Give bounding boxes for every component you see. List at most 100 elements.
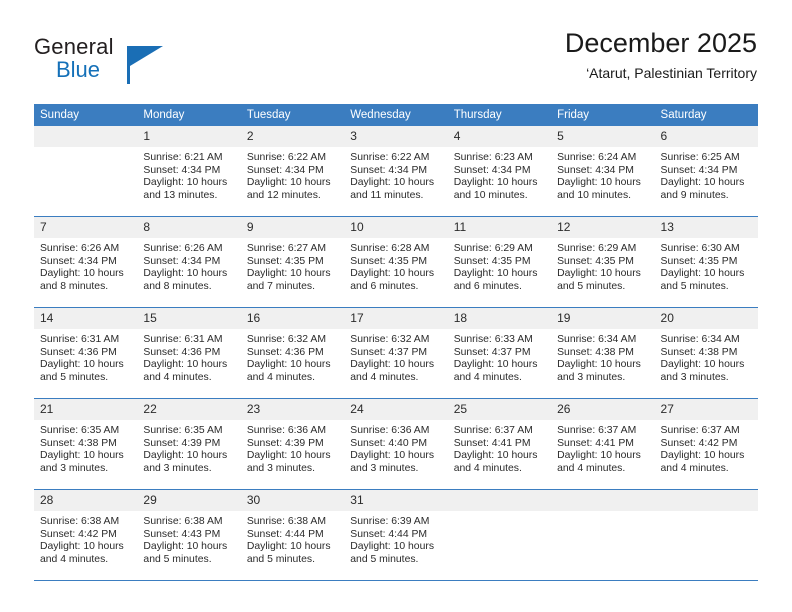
sunrise-text: Sunrise: 6:33 AM <box>453 334 533 345</box>
sunset-text: Sunset: 4:34 PM <box>40 255 117 267</box>
day-cell-content: 28 Sunrise: 6:38 AM Sunset: 4:42 PM Dayligh… <box>34 490 138 580</box>
weekday-header-sunday: Sunday <box>34 104 138 126</box>
calendar-day-cell[interactable]: 13 Sunrise: 6:30 AM Sunset: 4:35 PM Dayligh… <box>654 216 758 308</box>
daylight-text-line2: and 10 minutes. <box>453 189 528 201</box>
daylight-text-line2: and 4 minutes. <box>40 553 109 565</box>
sunset-text: Sunset: 4:35 PM <box>660 255 738 267</box>
calendar-day-cell[interactable]: 2 Sunrise: 6:22 AM Sunset: 4:34 PM Daylight… <box>240 126 345 217</box>
sunset-text: Sunset: 4:37 PM <box>350 346 428 358</box>
day-number: 20 <box>654 308 758 329</box>
calendar-day-cell[interactable]: 26 Sunrise: 6:37 AM Sunset: 4:41 PM Dayligh… <box>551 398 655 490</box>
sunset-text: Sunset: 4:44 PM <box>246 528 324 540</box>
daylight-text-line2: and 6 minutes. <box>350 280 419 292</box>
calendar-day-cell[interactable]: 24 Sunrise: 6:36 AM Sunset: 4:40 PM Dayligh… <box>344 398 448 490</box>
sunset-text: Sunset: 4:44 PM <box>350 528 428 540</box>
calendar-day-cell[interactable]: 1 Sunrise: 6:21 AM Sunset: 4:34 PM Daylight… <box>137 126 241 217</box>
day-cell-content: 17 Sunrise: 6:32 AM Sunset: 4:37 PM Dayligh… <box>344 308 448 398</box>
sunset-text: Sunset: 4:38 PM <box>660 346 738 358</box>
calendar-day-cell[interactable]: 8 Sunrise: 6:26 AM Sunset: 4:34 PM Daylight… <box>137 216 241 308</box>
calendar-day-cell[interactable]: 22 Sunrise: 6:35 AM Sunset: 4:39 PM Dayligh… <box>137 398 241 490</box>
day-cell-content: 18 Sunrise: 6:33 AM Sunset: 4:37 PM Dayligh… <box>447 308 552 398</box>
daylight-text-line2: and 5 minutes. <box>246 553 316 565</box>
day-sun-info: Sunrise: 6:35 AM Sunset: 4:39 PM Daylight:… <box>137 420 240 475</box>
day-sun-info: Sunrise: 6:27 AM Sunset: 4:35 PM Daylight:… <box>241 238 344 293</box>
daylight-text-line1: Daylight: 10 hours <box>453 268 538 280</box>
sunrise-text: Sunrise: 6:39 AM <box>350 516 430 527</box>
calendar-day-cell[interactable]: 28 Sunrise: 6:38 AM Sunset: 4:42 PM Dayligh… <box>34 489 138 581</box>
calendar-day-cell[interactable]: 20 Sunrise: 6:34 AM Sunset: 4:38 PM Dayligh… <box>654 307 758 399</box>
day-cell-content: 20 Sunrise: 6:34 AM Sunset: 4:38 PM Dayligh… <box>654 308 758 398</box>
daylight-text-line1: Daylight: 10 hours <box>246 541 331 553</box>
day-sun-info: Sunrise: 6:38 AM Sunset: 4:43 PM Daylight:… <box>137 511 240 566</box>
daylight-text-line1: Daylight: 10 hours <box>453 359 538 371</box>
calendar-week-row: 14 Sunrise: 6:31 AM Sunset: 4:36 PM Dayligh… <box>34 307 758 399</box>
daylight-text-line2: and 6 minutes. <box>453 280 522 292</box>
day-cell-content: 29 Sunrise: 6:38 AM Sunset: 4:43 PM Dayligh… <box>137 490 241 580</box>
calendar-day-cell[interactable]: 27 Sunrise: 6:37 AM Sunset: 4:42 PM Dayligh… <box>654 398 758 490</box>
calendar-day-cell[interactable]: 29 Sunrise: 6:38 AM Sunset: 4:43 PM Dayligh… <box>137 489 241 581</box>
daylight-text-line1: Daylight: 10 hours <box>246 177 331 189</box>
day-number: 16 <box>240 308 345 329</box>
sunset-text: Sunset: 4:35 PM <box>453 255 531 267</box>
sunset-text: Sunset: 4:41 PM <box>453 437 531 449</box>
calendar-day-cell[interactable]: 7 Sunrise: 6:26 AM Sunset: 4:34 PM Daylight… <box>34 216 138 308</box>
daylight-text-line1: Daylight: 10 hours <box>350 177 435 189</box>
daylight-text-line2: and 7 minutes. <box>246 280 316 292</box>
calendar-day-cell[interactable]: 23 Sunrise: 6:36 AM Sunset: 4:39 PM Dayligh… <box>240 398 345 490</box>
daylight-text-line2: and 5 minutes. <box>143 553 212 565</box>
calendar-day-cell[interactable]: 12 Sunrise: 6:29 AM Sunset: 4:35 PM Dayligh… <box>551 216 655 308</box>
daylight-text-line1: Daylight: 10 hours <box>143 359 228 371</box>
calendar-week-row: 1 Sunrise: 6:21 AM Sunset: 4:34 PM Daylight… <box>34 126 758 217</box>
calendar-day-cell[interactable]: 25 Sunrise: 6:37 AM Sunset: 4:41 PM Dayligh… <box>447 398 552 490</box>
calendar-day-cell[interactable]: 17 Sunrise: 6:32 AM Sunset: 4:37 PM Dayligh… <box>344 307 448 399</box>
calendar-day-cell[interactable]: 15 Sunrise: 6:31 AM Sunset: 4:36 PM Dayligh… <box>137 307 241 399</box>
calendar-day-cell[interactable]: 16 Sunrise: 6:32 AM Sunset: 4:36 PM Dayligh… <box>240 307 345 399</box>
calendar-day-cell <box>34 126 138 217</box>
sunset-text: Sunset: 4:34 PM <box>660 164 738 176</box>
calendar-day-cell[interactable]: 31 Sunrise: 6:39 AM Sunset: 4:44 PM Dayligh… <box>344 489 448 581</box>
daylight-text-line2: and 4 minutes. <box>246 371 316 383</box>
weekday-header-tuesday: Tuesday <box>240 104 345 126</box>
day-sun-info: Sunrise: 6:39 AM Sunset: 4:44 PM Daylight:… <box>344 511 447 566</box>
sunrise-text: Sunrise: 6:26 AM <box>143 243 223 254</box>
calendar-day-cell[interactable]: 5 Sunrise: 6:24 AM Sunset: 4:34 PM Daylight… <box>551 126 655 217</box>
daylight-text-line1: Daylight: 10 hours <box>246 450 331 462</box>
day-sun-info: Sunrise: 6:35 AM Sunset: 4:38 PM Daylight:… <box>34 420 137 475</box>
calendar-day-cell[interactable]: 10 Sunrise: 6:28 AM Sunset: 4:35 PM Dayligh… <box>344 216 448 308</box>
calendar-day-cell[interactable]: 14 Sunrise: 6:31 AM Sunset: 4:36 PM Dayligh… <box>34 307 138 399</box>
sunset-text: Sunset: 4:39 PM <box>246 437 324 449</box>
day-cell-content: 3 Sunrise: 6:22 AM Sunset: 4:34 PM Daylight… <box>344 126 448 216</box>
day-number: 8 <box>137 217 241 238</box>
calendar-day-cell[interactable]: 4 Sunrise: 6:23 AM Sunset: 4:34 PM Daylight… <box>447 126 552 217</box>
calendar-day-cell[interactable]: 30 Sunrise: 6:38 AM Sunset: 4:44 PM Dayligh… <box>240 489 345 581</box>
calendar-day-cell[interactable]: 11 Sunrise: 6:29 AM Sunset: 4:35 PM Dayligh… <box>447 216 552 308</box>
calendar-day-cell[interactable]: 9 Sunrise: 6:27 AM Sunset: 4:35 PM Daylight… <box>240 216 345 308</box>
sunrise-text: Sunrise: 6:29 AM <box>453 243 533 254</box>
day-cell-content: 13 Sunrise: 6:30 AM Sunset: 4:35 PM Dayligh… <box>654 217 758 307</box>
calendar-day-cell <box>551 489 655 581</box>
sunrise-text: Sunrise: 6:31 AM <box>143 334 223 345</box>
sunset-text: Sunset: 4:34 PM <box>143 255 221 267</box>
day-sun-info: Sunrise: 6:22 AM Sunset: 4:34 PM Daylight:… <box>241 147 344 202</box>
day-cell-content: 10 Sunrise: 6:28 AM Sunset: 4:35 PM Dayligh… <box>344 217 448 307</box>
calendar-day-cell[interactable]: 21 Sunrise: 6:35 AM Sunset: 4:38 PM Dayligh… <box>34 398 138 490</box>
day-cell-content: 24 Sunrise: 6:36 AM Sunset: 4:40 PM Dayligh… <box>344 399 448 489</box>
general-blue-logo[interactable]: General Blue <box>34 36 163 84</box>
sunset-text: Sunset: 4:38 PM <box>557 346 634 358</box>
calendar-day-cell[interactable]: 3 Sunrise: 6:22 AM Sunset: 4:34 PM Daylight… <box>344 126 448 217</box>
day-number: 13 <box>654 217 758 238</box>
day-cell-content: 27 Sunrise: 6:37 AM Sunset: 4:42 PM Dayligh… <box>654 399 758 489</box>
sunrise-text: Sunrise: 6:25 AM <box>660 152 740 163</box>
sunrise-text: Sunrise: 6:38 AM <box>40 516 120 527</box>
calendar-day-cell[interactable]: 19 Sunrise: 6:34 AM Sunset: 4:38 PM Dayligh… <box>551 307 655 399</box>
sunrise-text: Sunrise: 6:38 AM <box>246 516 326 527</box>
calendar-day-cell[interactable]: 18 Sunrise: 6:33 AM Sunset: 4:37 PM Dayligh… <box>447 307 552 399</box>
calendar-day-cell[interactable]: 6 Sunrise: 6:25 AM Sunset: 4:34 PM Daylight… <box>654 126 758 217</box>
day-number: 30 <box>240 490 345 511</box>
day-number: 21 <box>34 399 138 420</box>
day-number <box>34 126 138 147</box>
day-sun-info: Sunrise: 6:25 AM Sunset: 4:34 PM Daylight:… <box>655 147 758 202</box>
calendar-body: 1 Sunrise: 6:21 AM Sunset: 4:34 PM Daylight… <box>34 126 758 581</box>
sunrise-text: Sunrise: 6:37 AM <box>660 425 740 436</box>
sunset-text: Sunset: 4:34 PM <box>246 164 324 176</box>
